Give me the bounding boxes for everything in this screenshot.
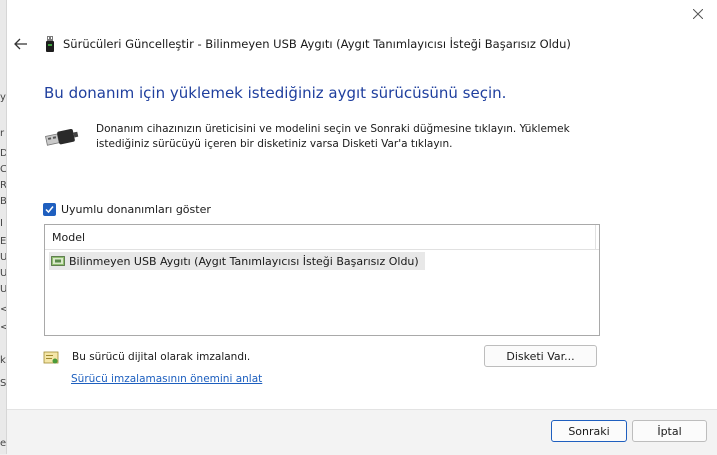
update-drivers-dialog: Sürücüleri Güncelleştir - Bilinmeyen USB… — [6, 0, 717, 455]
signature-status-text: Bu sürücü dijital olarak imzalandı. — [72, 351, 251, 363]
cancel-button[interactable]: İptal — [632, 420, 707, 442]
background-fragment: k — [0, 355, 6, 366]
next-button[interactable]: Sonraki — [551, 420, 627, 442]
usb-device-icon — [46, 36, 54, 52]
instruction-text: Donanım cihazınızın üreticisini ve model… — [96, 123, 570, 150]
signature-info-link[interactable]: Sürücü imzalamasının önemini anlat — [71, 373, 262, 385]
header-separator — [595, 225, 599, 249]
list-item[interactable]: Bilinmeyen USB Aygıtı (Aygıt Tanımlayıcı… — [49, 252, 425, 270]
list-item-label: Bilinmeyen USB Aygıtı (Aygıt Tanımlayıcı… — [69, 254, 419, 268]
model-column-header[interactable]: Model — [45, 225, 599, 250]
dialog-title: Sürücüleri Güncelleştir - Bilinmeyen USB… — [63, 37, 571, 51]
close-button[interactable] — [687, 5, 709, 23]
usb-plug-icon — [45, 129, 79, 146]
back-arrow-icon[interactable] — [13, 36, 29, 52]
device-board-icon — [51, 256, 65, 266]
certificate-icon — [43, 351, 59, 364]
model-list[interactable]: Model Bilinmeyen USB Aygıtı (Aygıt Tanım… — [44, 224, 600, 336]
checkmark-icon — [45, 206, 54, 214]
close-icon — [693, 9, 703, 19]
title-bar: Sürücüleri Güncelleştir - Bilinmeyen USB… — [7, 30, 717, 58]
page-heading: Bu donanım için yüklemek istediğiniz ayg… — [44, 84, 507, 102]
background-fragment: I — [0, 218, 3, 229]
have-disk-button[interactable]: Disketi Var... — [484, 345, 597, 367]
compatible-hardware-option[interactable]: Uyumlu donanımları göster — [43, 203, 211, 216]
background-fragment: r — [0, 128, 5, 139]
compatible-hardware-checkbox[interactable] — [43, 203, 56, 216]
compatible-hardware-label: Uyumlu donanımları göster — [61, 203, 211, 216]
